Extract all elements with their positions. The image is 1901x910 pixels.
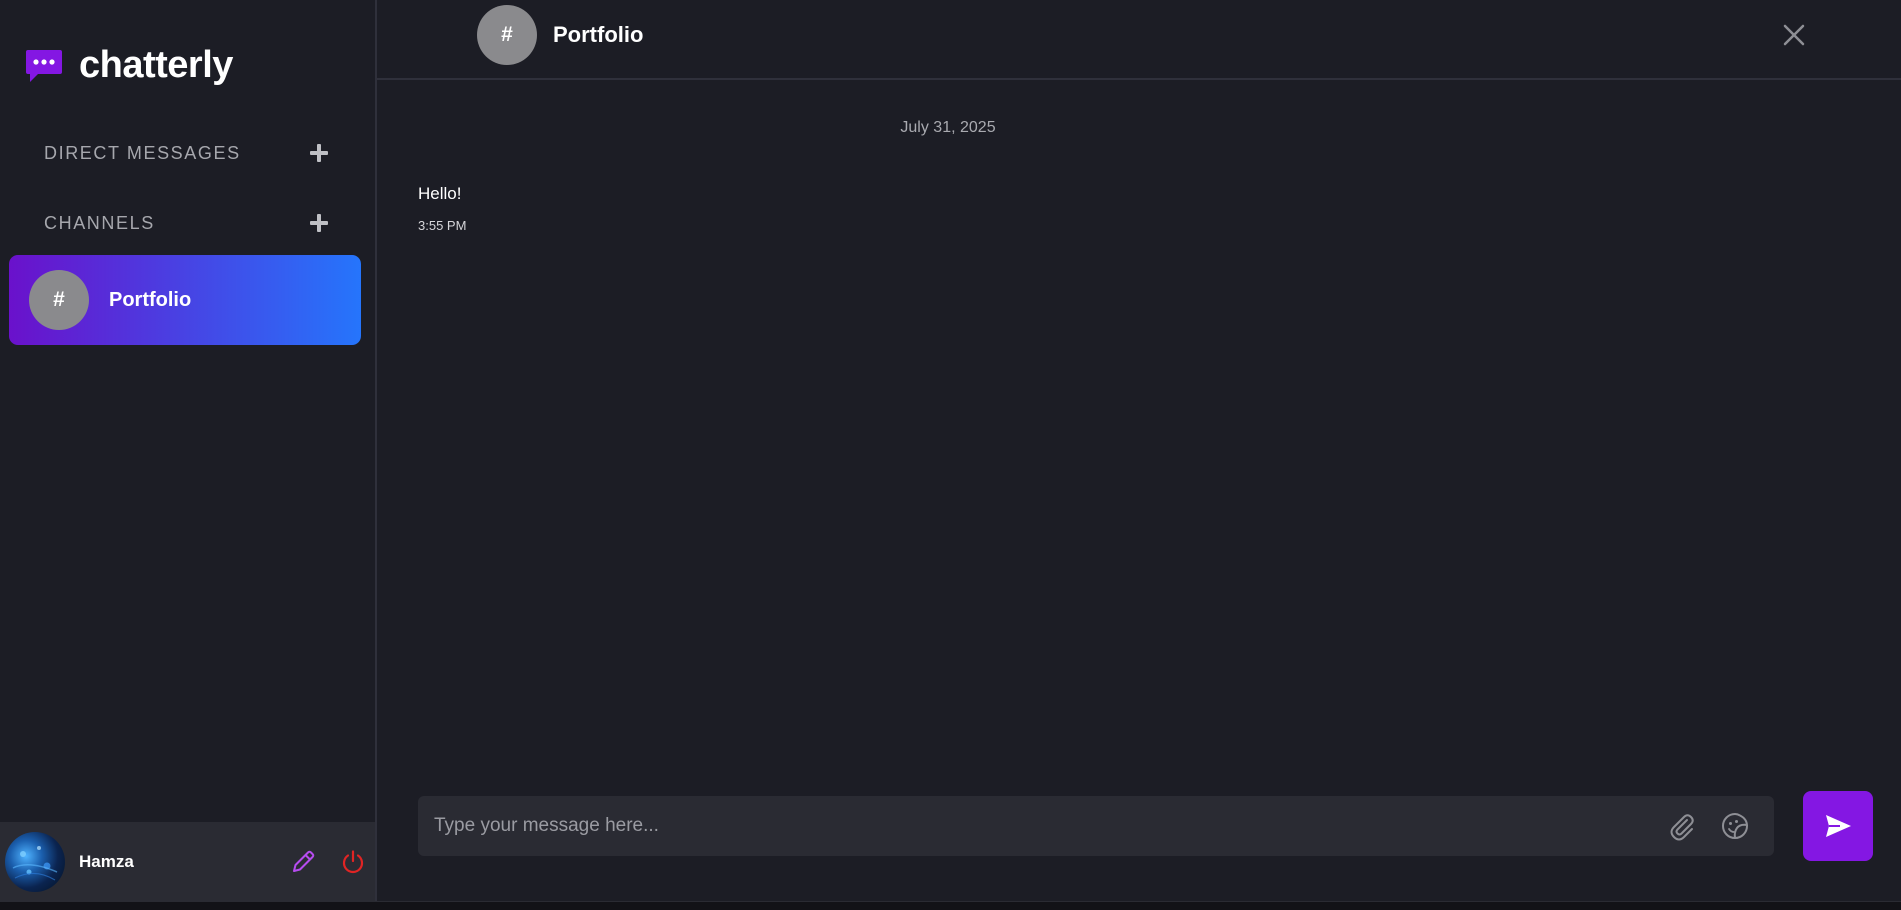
add-channel-button[interactable]: [308, 212, 330, 234]
message-timestamp: 3:55 PM: [418, 218, 467, 233]
sidebar: chatterly DIRECT MESSAGES CHANNELS # Por…: [0, 0, 377, 901]
sidebar-item-portfolio[interactable]: # Portfolio: [9, 255, 361, 345]
chat-header: # Portfolio: [377, 0, 1901, 80]
date-divider: July 31, 2025: [900, 119, 996, 136]
channels-title: CHANNELS: [44, 212, 155, 233]
user-profile-bar: Hamza: [0, 822, 375, 901]
sticker-smile-icon[interactable]: [1720, 811, 1750, 841]
power-icon[interactable]: [340, 849, 366, 875]
direct-messages-section: DIRECT MESSAGES: [44, 142, 330, 164]
channel-header-avatar: #: [477, 5, 537, 65]
paperclip-icon[interactable]: [1666, 810, 1698, 842]
message-input[interactable]: [418, 796, 1666, 856]
user-name: Hamza: [79, 851, 134, 871]
avatar-image: [12, 845, 58, 881]
message-composer: [418, 796, 1774, 856]
close-icon[interactable]: [1781, 22, 1807, 48]
page-title: Portfolio: [553, 22, 644, 47]
send-icon: [1826, 815, 1851, 837]
app-logo: chatterly: [24, 44, 233, 87]
app-window: chatterly DIRECT MESSAGES CHANNELS # Por…: [0, 0, 1901, 901]
chat-bubble-dots-icon: [26, 49, 62, 82]
message-text: Hello!: [418, 184, 462, 203]
add-direct-message-button[interactable]: [308, 142, 330, 164]
bottom-edge: [0, 901, 1901, 910]
pencil-icon[interactable]: [290, 849, 316, 875]
channel-name: Portfolio: [109, 288, 192, 311]
channels-section: CHANNELS: [44, 212, 330, 234]
direct-messages-title: DIRECT MESSAGES: [44, 142, 241, 163]
chat-panel: # Portfolio July 31, 2025 Hello! 3:55 PM: [377, 0, 1901, 901]
avatar[interactable]: [5, 831, 65, 892]
channel-avatar: #: [29, 270, 89, 330]
app-name: chatterly: [79, 44, 233, 86]
send-button[interactable]: [1803, 791, 1873, 861]
